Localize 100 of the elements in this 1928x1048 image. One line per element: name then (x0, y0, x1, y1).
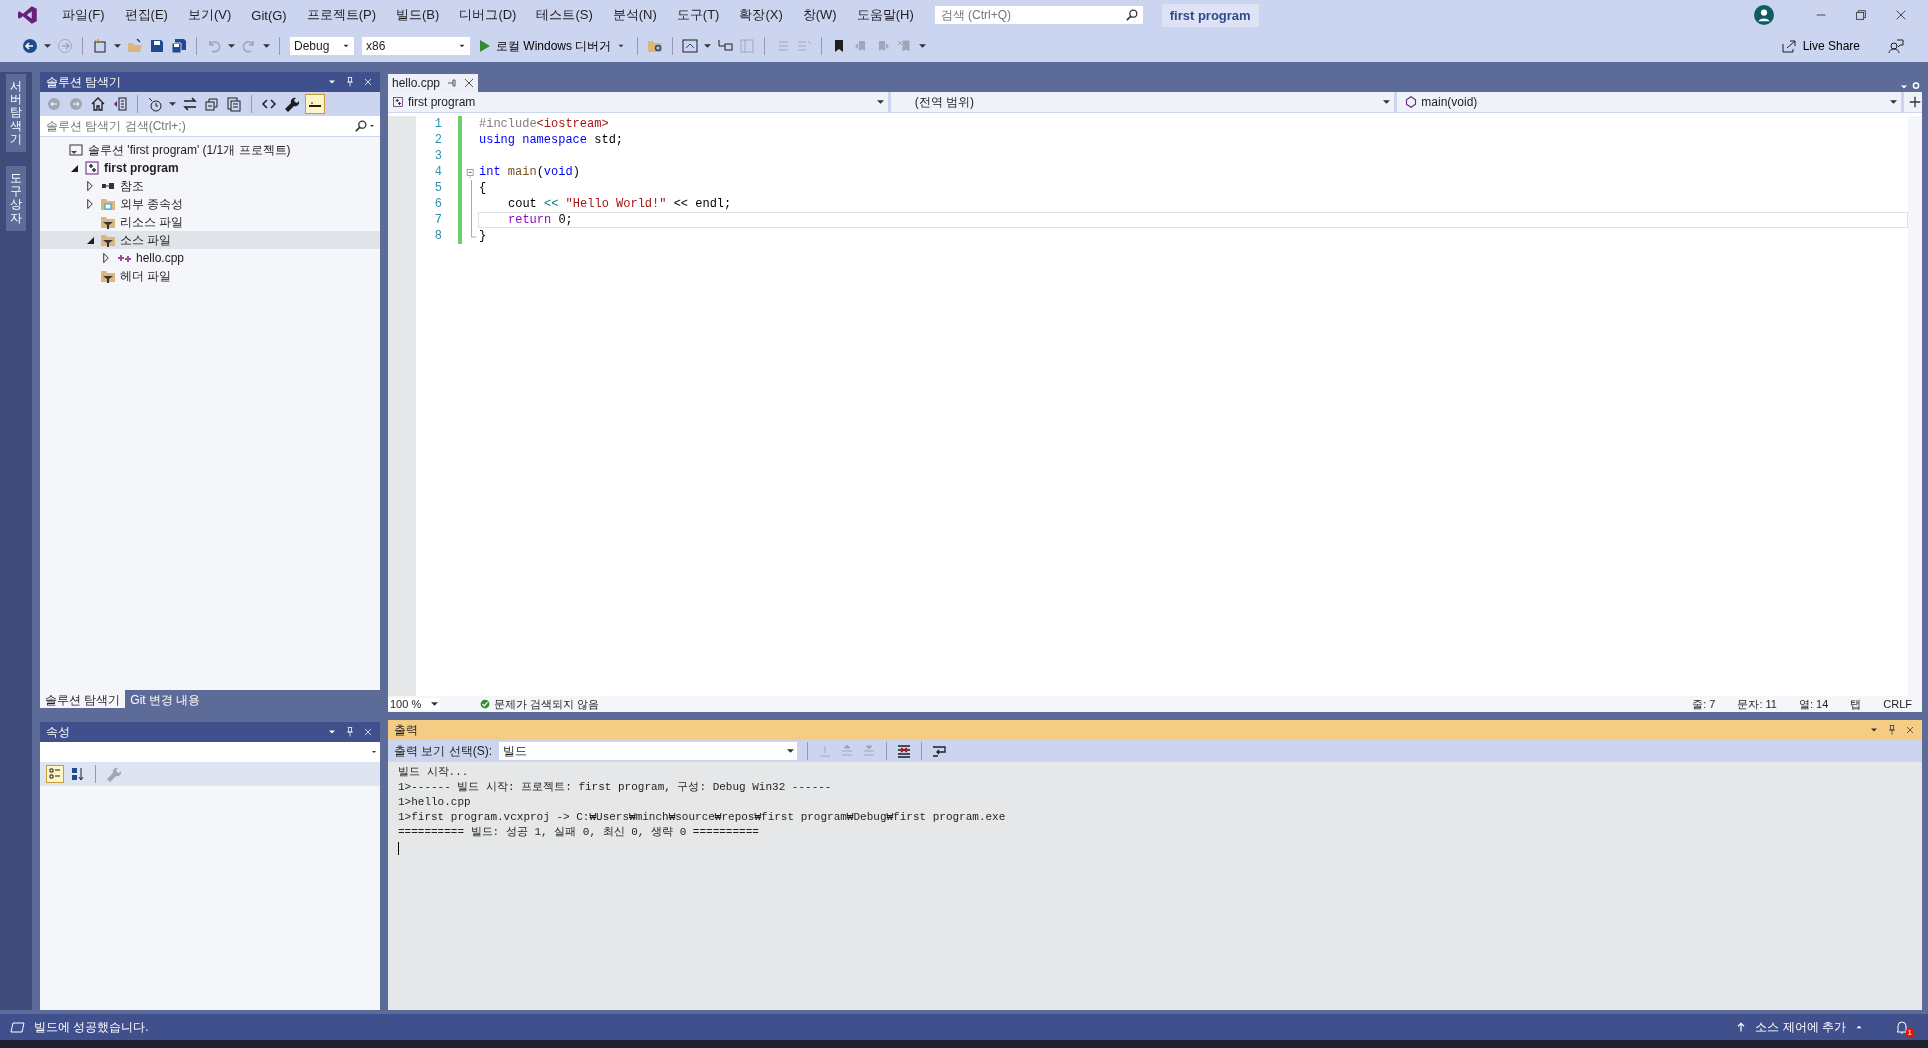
solution-title: first program (1161, 3, 1259, 27)
document-tab[interactable]: hello.cpp (388, 74, 479, 92)
caret-icon[interactable] (44, 44, 51, 48)
caret-icon[interactable] (704, 44, 712, 48)
tree-item[interactable]: first program (40, 159, 380, 177)
caret-icon[interactable] (263, 44, 270, 48)
tree-item[interactable]: 외부 종속성 (40, 195, 380, 213)
collapsed-arrow-icon[interactable] (87, 181, 93, 191)
caret-icon[interactable] (114, 44, 121, 48)
menu-item[interactable]: 파일(F) (52, 6, 115, 24)
menu-item[interactable]: 확장(X) (729, 6, 793, 24)
zoom-dropdown[interactable]: 100 % (388, 698, 441, 710)
sync-icon[interactable] (182, 96, 198, 112)
search-box[interactable]: 검색 (Ctrl+Q) (933, 5, 1144, 25)
back-icon[interactable] (22, 38, 38, 54)
play-icon (479, 39, 491, 53)
tree-item[interactable]: 솔루션 'first program' (1/1개 프로젝트) (40, 141, 380, 159)
menu-item[interactable]: 도움말(H) (846, 6, 924, 24)
tree-item[interactable]: 참조 (40, 177, 380, 195)
toolbar-options-icon[interactable] (919, 44, 927, 48)
editor-status-item[interactable]: 줄: 7 (1692, 696, 1716, 712)
menu-item[interactable]: 도구(T) (666, 6, 730, 24)
caret-icon[interactable] (169, 102, 176, 106)
menu-item[interactable]: Git(G) (241, 7, 297, 23)
expanded-arrow-icon[interactable] (86, 236, 94, 244)
word-wrap-icon[interactable] (931, 743, 947, 759)
menu-item[interactable]: 편집(E) (114, 6, 178, 24)
menu-item[interactable]: 빌드(B) (386, 6, 450, 24)
pin-icon[interactable] (344, 74, 356, 90)
solution-icon (68, 142, 84, 158)
platform-dropdown[interactable]: x86 (361, 36, 471, 56)
collapsed-arrow-icon[interactable] (103, 253, 109, 263)
close-icon[interactable] (464, 78, 475, 88)
side-tab[interactable]: 서버 탐색기 (6, 74, 26, 152)
panel-title: 솔루션 탐색기 (46, 73, 123, 91)
browser-window-icon[interactable] (682, 38, 699, 54)
issues-status[interactable]: 문제가 검색되지 않음 (494, 696, 600, 712)
collapse-all-icon[interactable] (204, 96, 220, 112)
tree-item[interactable]: 헤더 파일 (40, 267, 380, 285)
folder-search-icon[interactable] (647, 38, 664, 54)
source-control-button[interactable]: 소스 제어에 추가 (1755, 1018, 1846, 1036)
expanded-arrow-icon[interactable] (70, 164, 78, 172)
account-avatar-icon[interactable] (1754, 5, 1774, 25)
output-source-dropdown[interactable]: 빌드 (498, 741, 798, 761)
pin-icon[interactable] (446, 77, 459, 89)
menu-item[interactable]: 분석(N) (602, 6, 667, 24)
show-all-files-icon[interactable] (226, 96, 242, 112)
editor-status-item[interactable]: CRLF (1883, 698, 1912, 710)
line-number: 5 (433, 181, 442, 195)
switch-views-icon[interactable] (112, 96, 128, 112)
editor-status-item[interactable]: 문자: 11 (1737, 696, 1777, 712)
wrench-icon[interactable] (283, 96, 299, 112)
tree-item-label: 리소스 파일 (120, 213, 184, 231)
panel-tab[interactable]: 솔루션 탐색기 (40, 690, 126, 708)
caret-icon (876, 100, 884, 104)
restore-icon[interactable] (1854, 8, 1868, 22)
search-icon (354, 119, 368, 133)
pin-icon[interactable] (1886, 722, 1898, 738)
step-into-icon[interactable] (717, 38, 734, 54)
preview-toggle-icon[interactable] (305, 94, 325, 114)
notifications-icon[interactable] (1894, 1019, 1910, 1035)
open-folder-icon[interactable] (127, 38, 143, 54)
save-all-icon[interactable] (171, 38, 187, 54)
clear-all-icon[interactable] (896, 743, 912, 759)
configuration-dropdown[interactable]: Debug (289, 36, 355, 56)
panel-tab[interactable]: Git 변경 내용 (125, 690, 206, 708)
live-share-button[interactable]: Live Share (1774, 37, 1866, 55)
search-field[interactable]: 솔루션 탐색기 검색(Ctrl+;) (44, 118, 354, 134)
menu-item[interactable]: 창(W) (792, 6, 847, 24)
menu-item[interactable]: 보기(V) (177, 6, 242, 24)
sort-alphabetical-icon[interactable] (70, 766, 86, 782)
save-icon[interactable] (149, 38, 165, 54)
pin-icon[interactable] (344, 724, 356, 740)
editor-status-item[interactable]: 탭 (1850, 696, 1862, 712)
collapsed-arrow-icon[interactable] (87, 199, 93, 209)
tree-item[interactable]: hello.cpp (40, 249, 380, 267)
feedback-icon[interactable] (1888, 38, 1904, 54)
caret-icon (1383, 100, 1391, 104)
close-icon[interactable] (1894, 8, 1908, 22)
search-field[interactable]: 검색 (Ctrl+Q) (938, 7, 1125, 23)
menu-item[interactable]: 디버그(D) (449, 6, 527, 24)
line-number: 3 (433, 149, 442, 163)
menu-item[interactable]: 테스트(S) (526, 6, 603, 24)
scrollbar[interactable] (1908, 116, 1922, 696)
home-icon[interactable] (90, 96, 106, 112)
line-number: 6 (433, 197, 442, 211)
tree-item[interactable]: 리소스 파일 (40, 213, 380, 231)
search-box[interactable]: 솔루션 탐색기 검색(Ctrl+;) (40, 116, 380, 137)
panel-title: 출력 (394, 721, 419, 739)
folder-filter-icon (100, 214, 116, 230)
side-tab[interactable]: 도구 상자 (6, 165, 26, 231)
app-logo-icon[interactable] (18, 5, 38, 25)
menu-item[interactable]: 프로젝트(P) (296, 6, 387, 24)
categorized-icon[interactable] (46, 765, 64, 783)
editor-status-item[interactable]: 열: 14 (1798, 696, 1829, 712)
caret-icon[interactable] (228, 44, 235, 48)
tree-item[interactable]: 소스 파일 (40, 231, 380, 249)
history-icon[interactable] (147, 96, 163, 112)
run-debugger-button[interactable]: 로컬 Windows 디버거 (477, 37, 629, 55)
new-project-icon[interactable] (92, 38, 108, 54)
